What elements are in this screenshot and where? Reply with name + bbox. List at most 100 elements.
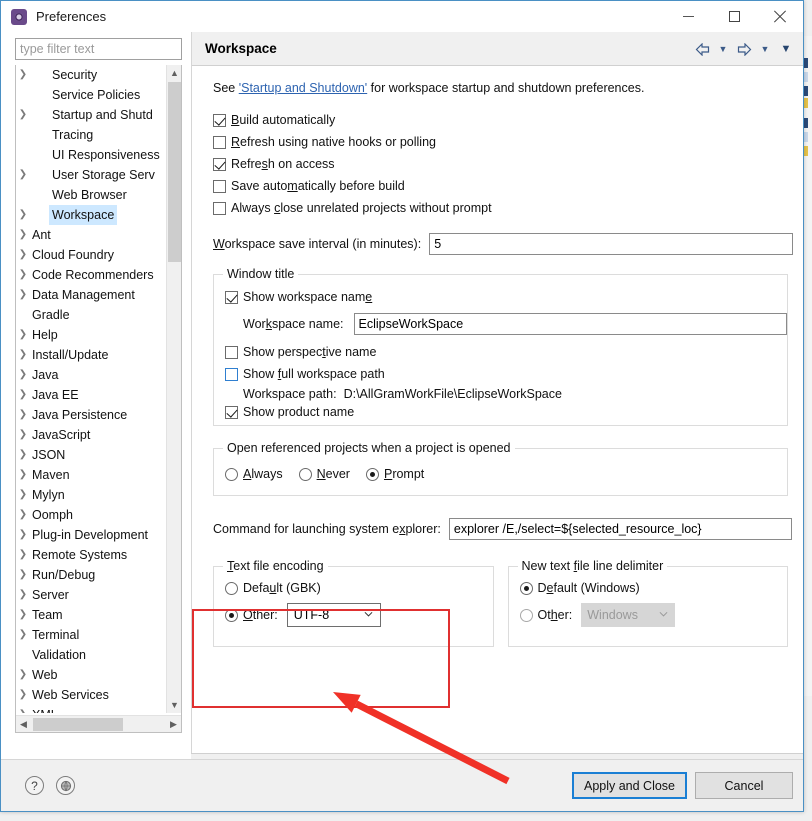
checkbox-row-build-automatically[interactable]: Build automatically: [213, 109, 793, 131]
radio-always-icon[interactable]: [225, 467, 238, 481]
sidebar-item-code-recommenders[interactable]: ❯ Code Recommenders: [16, 265, 168, 285]
sidebar-item-service-policies[interactable]: Service Policies: [16, 85, 168, 105]
close-button[interactable]: [757, 1, 803, 32]
delimiter-default-row[interactable]: Default (Windows): [519, 581, 788, 595]
chevron-right-icon[interactable]: ❯: [16, 525, 30, 545]
chevron-right-icon[interactable]: ❯: [16, 585, 30, 605]
sidebar-item-plug-in-development[interactable]: ❯ Plug-in Development: [16, 525, 168, 545]
chevron-right-icon[interactable]: ❯: [16, 105, 30, 125]
scroll-down-icon[interactable]: ▼: [167, 697, 181, 713]
sidebar-item-java-persistence[interactable]: ❯ Java Persistence: [16, 405, 168, 425]
sidebar-item-run-debug[interactable]: ❯ Run/Debug: [16, 565, 168, 585]
show-workspace-name-row[interactable]: Show workspace name: [225, 286, 787, 308]
chevron-right-icon[interactable]: ❯: [16, 205, 30, 225]
sidebar-item-data-management[interactable]: ❯ Data Management: [16, 285, 168, 305]
scrollbar-thumb[interactable]: [33, 718, 123, 731]
sidebar-item-javascript[interactable]: ❯ JavaScript: [16, 425, 168, 445]
checkbox-icon[interactable]: [213, 113, 226, 127]
chevron-right-icon[interactable]: ❯: [16, 485, 30, 505]
sidebar-item-xml[interactable]: ❯XML: [16, 705, 168, 713]
scroll-up-icon[interactable]: ▲: [167, 65, 181, 81]
checkbox-icon[interactable]: [213, 201, 226, 215]
encoding-default-row[interactable]: Default (GBK): [225, 581, 493, 595]
sidebar-item-gradle[interactable]: Gradle: [16, 305, 168, 325]
scrollbar-thumb[interactable]: [168, 82, 181, 262]
sidebar-item-validation[interactable]: Validation: [16, 645, 168, 665]
chevron-right-icon[interactable]: ❯: [16, 345, 30, 365]
tree-vertical-scrollbar[interactable]: ▲ ▼: [166, 65, 181, 713]
sidebar-item-java-ee[interactable]: ❯ Java EE: [16, 385, 168, 405]
sidebar-item-ui-responsiveness[interactable]: UI Responsiveness: [16, 145, 168, 165]
chevron-right-icon[interactable]: ❯: [16, 605, 30, 625]
radio-prompt-icon[interactable]: [365, 467, 379, 481]
sidebar-item-workspace[interactable]: ❯ Workspace: [16, 205, 168, 225]
chevron-right-icon[interactable]: ❯: [16, 225, 30, 245]
sidebar-item-security[interactable]: ❯ Security: [16, 65, 168, 85]
chevron-right-icon[interactable]: ❯: [16, 545, 30, 565]
sidebar-item-install-update[interactable]: ❯ Install/Update: [16, 345, 168, 365]
radio-never-icon[interactable]: [298, 467, 312, 481]
view-menu-icon[interactable]: ▼: [777, 39, 795, 59]
checkbox-row-refresh-using-native-hooks-or-polling[interactable]: Refresh using native hooks or polling: [213, 131, 793, 153]
radio-delimiter-default-icon[interactable]: [519, 581, 533, 595]
checkbox-icon[interactable]: [225, 290, 238, 304]
sidebar-item-help[interactable]: ❯ Help: [16, 325, 168, 345]
sidebar-item-mylyn[interactable]: ❯ Mylyn: [16, 485, 168, 505]
sidebar-item-remote-systems[interactable]: ❯ Remote Systems: [16, 545, 168, 565]
sidebar-item-web[interactable]: ❯ Web: [16, 665, 168, 685]
chevron-right-icon[interactable]: ❯: [16, 465, 30, 485]
scroll-right-icon[interactable]: ▶: [166, 716, 181, 732]
tree-horizontal-scrollbar[interactable]: ◀ ▶: [16, 715, 181, 732]
globe-icon[interactable]: [56, 776, 75, 795]
filter-input[interactable]: [15, 38, 182, 60]
chevron-right-icon[interactable]: ❯: [16, 425, 30, 445]
chevron-right-icon[interactable]: ❯: [16, 565, 30, 585]
encoding-other-row[interactable]: Other: UTF-8: [225, 603, 493, 627]
startup-shutdown-link[interactable]: 'Startup and Shutdown': [239, 81, 367, 95]
sidebar-item-json[interactable]: ❯ JSON: [16, 445, 168, 465]
sidebar-item-terminal[interactable]: ❯ Terminal: [16, 625, 168, 645]
chevron-right-icon[interactable]: ❯: [16, 285, 30, 305]
delimiter-other-row[interactable]: Other: Windows: [519, 603, 788, 627]
checkbox-icon[interactable]: [225, 405, 238, 419]
checkbox-row-refresh-on-access[interactable]: Refresh on access: [213, 153, 793, 175]
chevron-right-icon[interactable]: ❯: [16, 405, 30, 425]
checkbox-icon[interactable]: [225, 367, 238, 381]
checkbox-row-save-automatically-before-build[interactable]: Save automatically before build: [213, 175, 793, 197]
sidebar-item-maven[interactable]: ❯ Maven: [16, 465, 168, 485]
sidebar-item-team[interactable]: ❯ Team: [16, 605, 168, 625]
checkbox-row-always-close-unrelated-projects-without-prompt[interactable]: Always close unrelated projects without …: [213, 197, 793, 219]
sidebar-item-ant[interactable]: ❯ Ant: [16, 225, 168, 245]
apply-and-close-button[interactable]: Apply and Close: [572, 772, 687, 799]
chevron-right-icon[interactable]: ❯: [16, 685, 30, 705]
chevron-right-icon[interactable]: ❯: [16, 445, 30, 465]
sidebar-item-server[interactable]: ❯ Server: [16, 585, 168, 605]
cancel-button[interactable]: Cancel: [695, 772, 793, 799]
chevron-right-icon[interactable]: ❯: [16, 265, 30, 285]
radio-encoding-other-icon[interactable]: [225, 608, 238, 622]
chevron-right-icon[interactable]: ❯: [16, 505, 30, 525]
maximize-button[interactable]: [711, 1, 757, 32]
forward-dropdown-icon[interactable]: ▼: [756, 39, 774, 59]
scroll-left-icon[interactable]: ◀: [16, 716, 31, 732]
show-product-name-row[interactable]: Show product name: [225, 401, 787, 423]
chevron-right-icon[interactable]: ❯: [16, 705, 30, 713]
checkbox-icon[interactable]: [213, 135, 226, 149]
sidebar-item-java[interactable]: ❯ Java: [16, 365, 168, 385]
chevron-right-icon[interactable]: ❯: [16, 665, 30, 685]
chevron-right-icon[interactable]: ❯: [16, 65, 30, 85]
encoding-combo[interactable]: UTF-8: [286, 603, 381, 627]
radio-encoding-default-icon[interactable]: [225, 581, 238, 595]
sidebar-item-user-storage-serv[interactable]: ❯ User Storage Serv: [16, 165, 168, 185]
show-perspective-name-row[interactable]: Show perspective name: [225, 341, 787, 363]
checkbox-icon[interactable]: [225, 345, 238, 359]
sidebar-item-web-browser[interactable]: Web Browser: [16, 185, 168, 205]
chevron-right-icon[interactable]: ❯: [16, 365, 30, 385]
show-full-workspace-path-row[interactable]: Show full workspace path: [225, 363, 787, 385]
checkbox-icon[interactable]: [213, 179, 226, 193]
sidebar-item-cloud-foundry[interactable]: ❯ Cloud Foundry: [16, 245, 168, 265]
chevron-right-icon[interactable]: ❯: [16, 385, 30, 405]
help-icon[interactable]: ?: [25, 776, 44, 795]
sidebar-item-tracing[interactable]: Tracing: [16, 125, 168, 145]
sidebar-item-web-services[interactable]: ❯ Web Services: [16, 685, 168, 705]
